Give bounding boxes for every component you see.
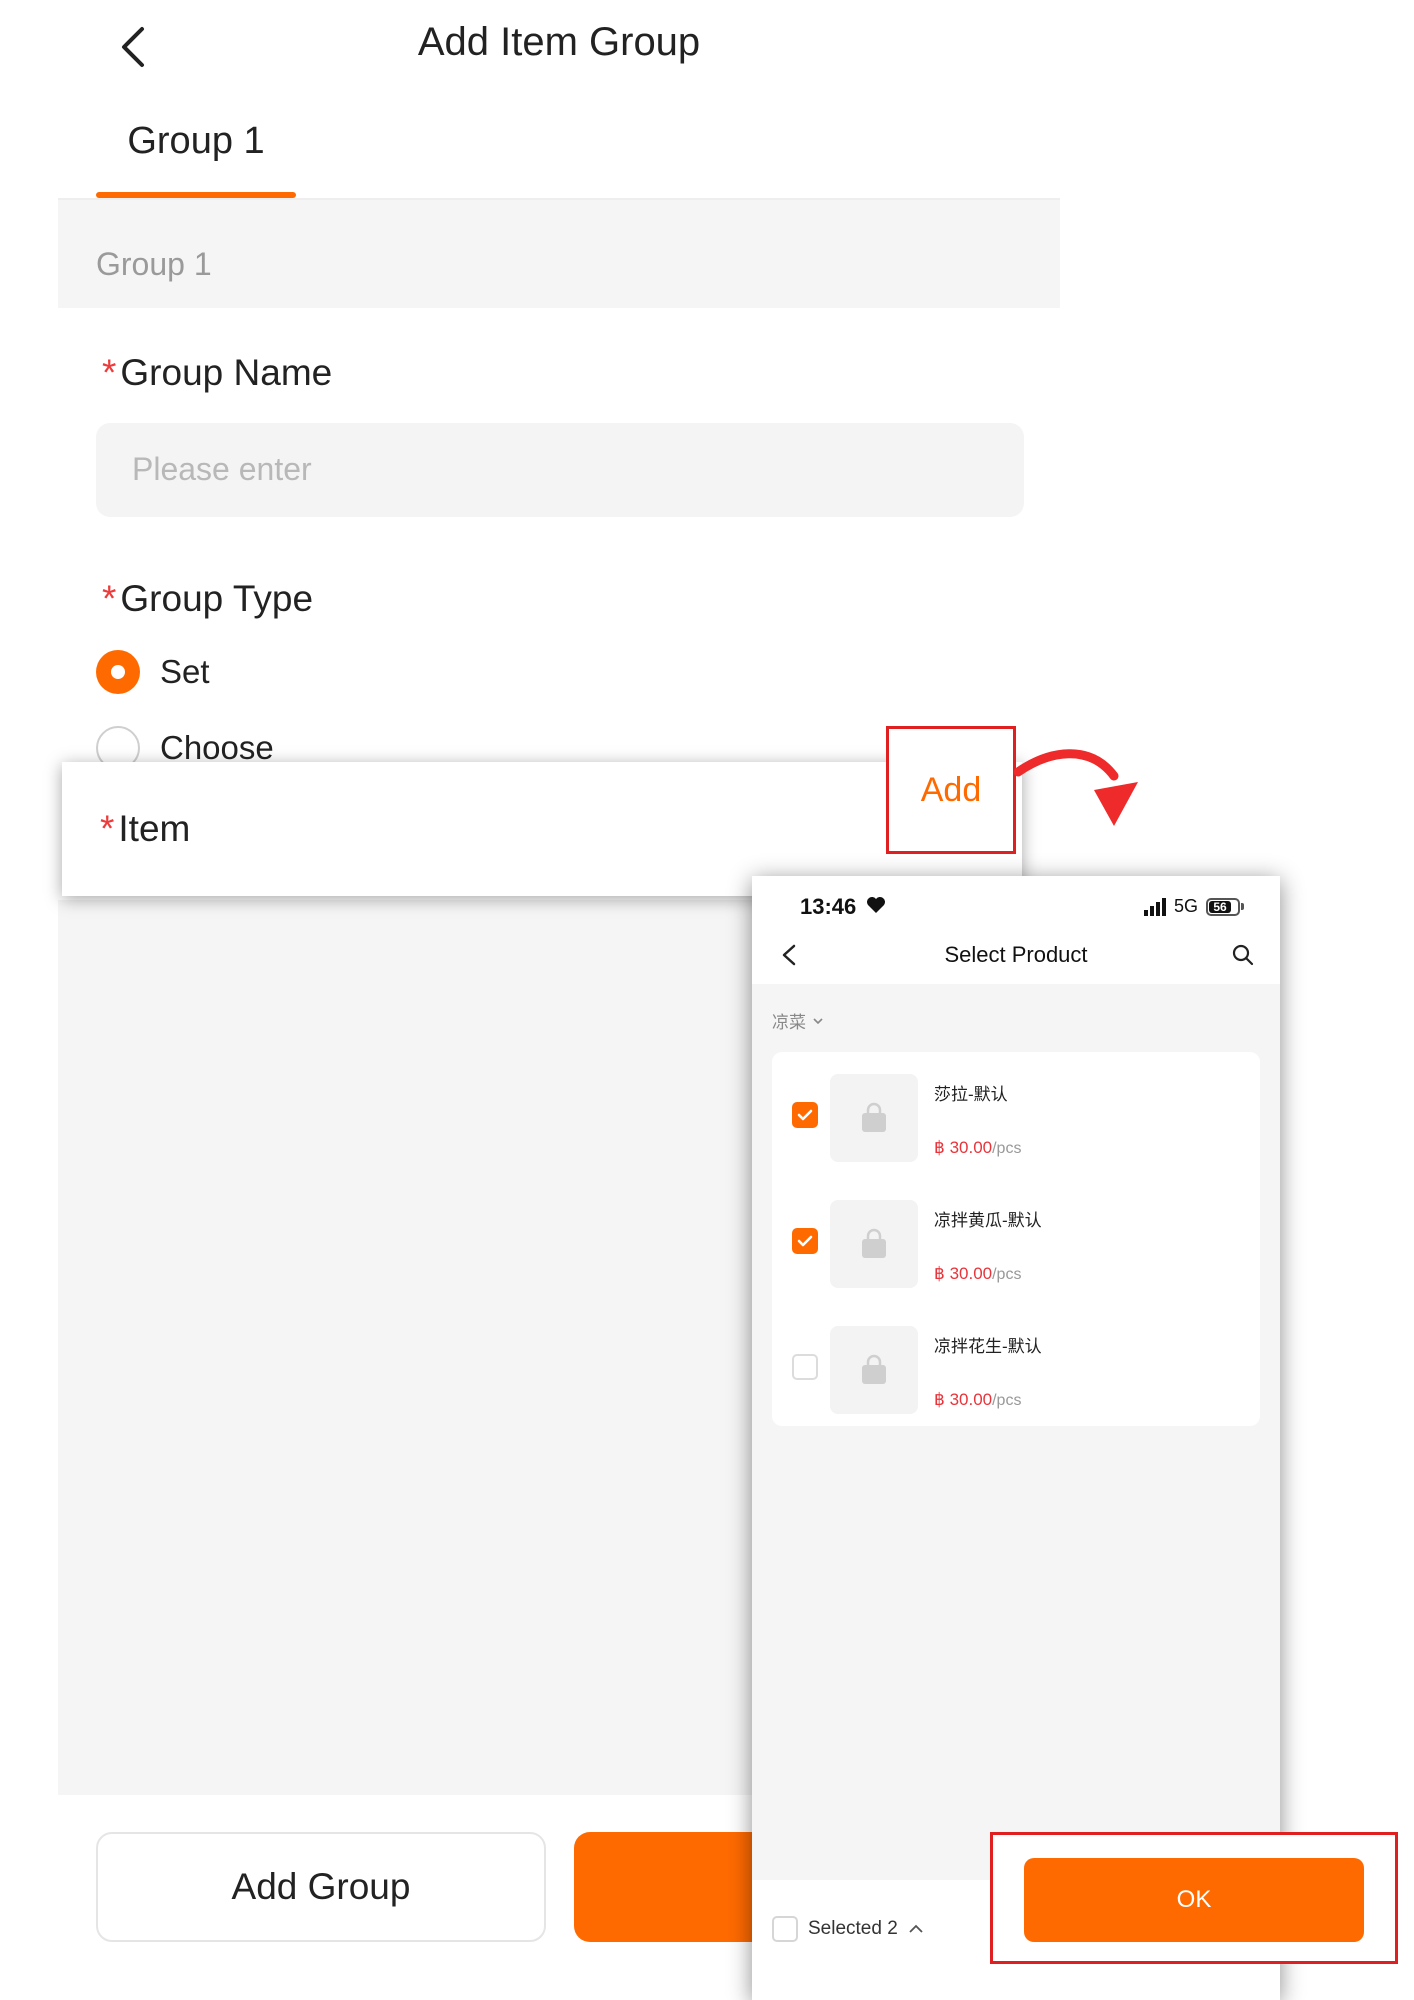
selected-count-label: Selected 2 [808, 1918, 898, 1939]
group-name-placeholder: Please enter [132, 451, 312, 487]
group-section-label: Group 1 [96, 246, 212, 282]
heart-icon [867, 897, 885, 913]
network-label: 5G [1173, 896, 1198, 916]
group-type-label-text: Group Type [120, 578, 314, 619]
chevron-down-icon [813, 1017, 823, 1024]
currency-symbol: ฿ [934, 1390, 945, 1409]
add-group-button[interactable]: Add Group [96, 1832, 546, 1942]
signal-icon [1143, 897, 1166, 916]
radio-option-set[interactable]: Set [96, 650, 210, 694]
product-name: 凉拌黄瓜-默认 [934, 1211, 1042, 1230]
shopping-bag-icon [862, 1354, 886, 1384]
search-icon [1232, 944, 1254, 966]
battery-level: 56 [1209, 900, 1231, 914]
selected-count-toggle[interactable]: Selected 2 [808, 1918, 924, 1940]
product-row[interactable]: 莎拉-默认 ฿ 30.00/pcs [772, 1058, 1260, 1178]
product-image [830, 1200, 918, 1288]
price-value: 30.00 [949, 1390, 993, 1409]
checkbox-checked[interactable] [792, 1228, 818, 1254]
currency-symbol: ฿ [934, 1264, 945, 1283]
item-label: * Item [100, 808, 190, 850]
group-name-label: * Group Name [102, 352, 332, 394]
price-value: 30.00 [949, 1264, 993, 1283]
price-unit: /pcs [992, 1140, 1022, 1157]
product-row[interactable]: 凉拌花生-默认 ฿ 30.00/pcs [772, 1310, 1260, 1430]
chevron-left-icon [122, 27, 144, 67]
status-indicators: 5G 56 [1143, 896, 1244, 917]
check-icon [797, 1109, 813, 1121]
product-image [830, 1326, 918, 1414]
currency-symbol: ฿ [934, 1138, 945, 1157]
product-list: 莎拉-默认 ฿ 30.00/pcs 凉拌黄瓜-默认 ฿ 30.00/pcs 凉拌… [772, 1052, 1260, 1426]
add-item-button[interactable]: Add [886, 726, 1016, 854]
group-type-label: * Group Type [102, 578, 313, 620]
checkbox-unchecked[interactable] [792, 1354, 818, 1380]
product-price: ฿ 30.00/pcs [934, 1390, 1021, 1410]
phone-page-title: Select Product [944, 942, 1088, 967]
curved-arrow-icon [1013, 749, 1138, 826]
radio-selected-icon [96, 650, 140, 694]
shopping-bag-icon [862, 1228, 886, 1258]
price-unit: /pcs [992, 1266, 1022, 1283]
shopping-bag-icon [862, 1102, 886, 1132]
battery-icon: 56 [1206, 897, 1244, 916]
price-value: 30.00 [949, 1138, 993, 1157]
add-item-label: Add [920, 770, 982, 809]
category-filter[interactable]: 凉菜 [772, 1008, 824, 1033]
checkbox-checked[interactable] [792, 1102, 818, 1128]
radio-label-set: Set [160, 653, 210, 690]
price-unit: /pcs [992, 1392, 1022, 1409]
chevron-up-icon [909, 1924, 923, 1933]
category-label: 凉菜 [772, 1013, 806, 1032]
required-mark: * [100, 808, 115, 849]
status-time: 13:46 [800, 894, 857, 919]
check-icon [797, 1235, 813, 1247]
product-row[interactable]: 凉拌黄瓜-默认 ฿ 30.00/pcs [772, 1184, 1260, 1304]
search-button[interactable] [1228, 940, 1258, 970]
ok-button[interactable]: OK [1024, 1858, 1364, 1942]
product-name: 凉拌花生-默认 [934, 1337, 1042, 1356]
page-title: Add Item Group [417, 20, 701, 64]
item-label-text: Item [118, 808, 191, 849]
tab-group-1[interactable]: Group 1 [96, 120, 296, 163]
product-name: 莎拉-默认 [934, 1085, 1008, 1104]
product-price: ฿ 30.00/pcs [934, 1264, 1021, 1284]
required-mark: * [102, 352, 117, 393]
phone-header: 13:46 5G 56 Select Product [752, 876, 1280, 984]
group-name-label-text: Group Name [120, 352, 333, 393]
group-name-input[interactable]: Please enter [96, 423, 1024, 517]
product-price: ฿ 30.00/pcs [934, 1138, 1021, 1158]
back-button[interactable] [108, 22, 158, 72]
product-image [830, 1074, 918, 1162]
select-all-checkbox[interactable] [772, 1916, 798, 1942]
required-mark: * [102, 578, 117, 619]
